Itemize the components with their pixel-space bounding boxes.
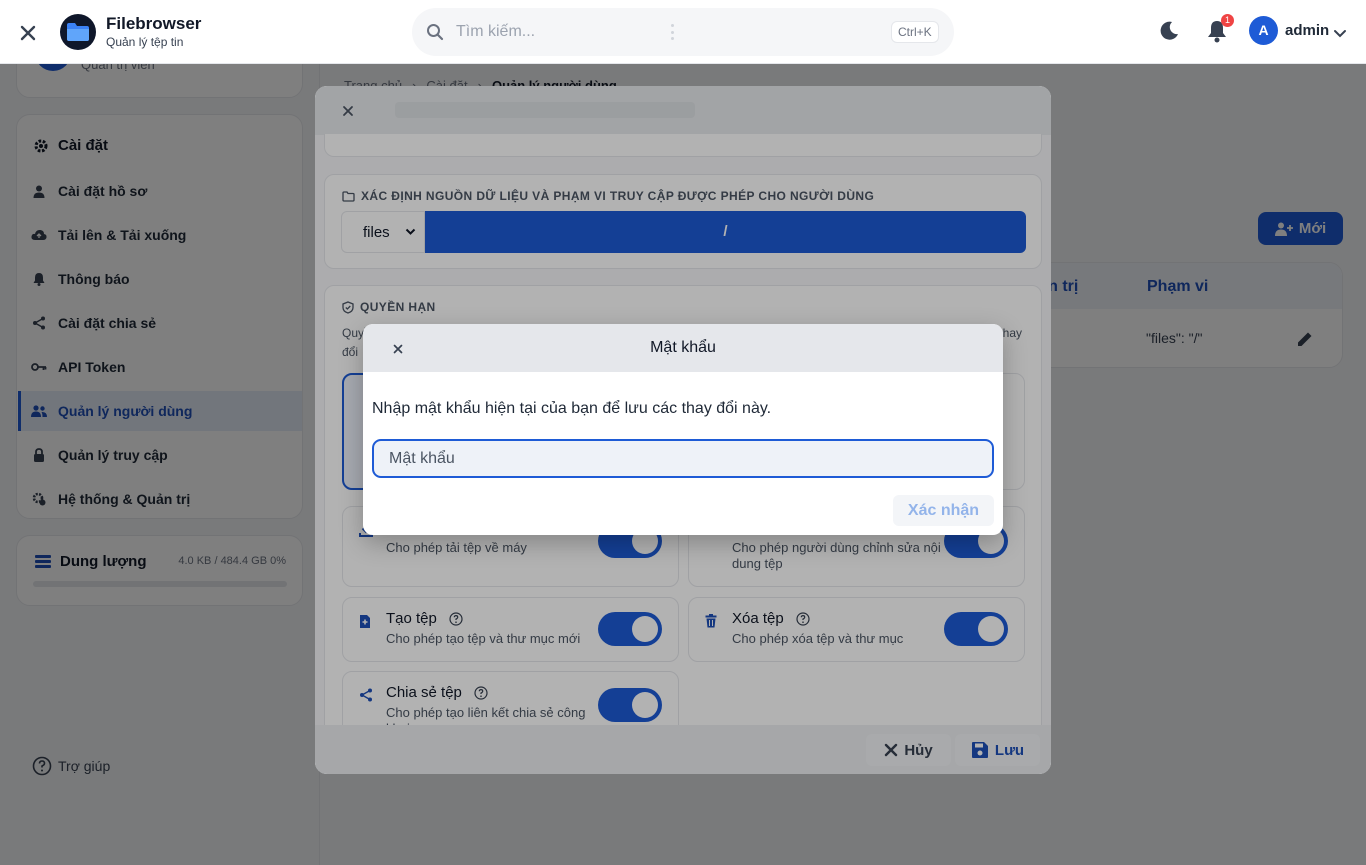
password-dialog-title: Mật khẩu [650, 339, 716, 356]
top-bar: Filebrowser Quản lý tệp tin Ctrl+K 1 A a… [0, 0, 1366, 64]
search-icon [426, 23, 444, 46]
app-logo[interactable] [60, 14, 96, 50]
avatar[interactable]: A [1249, 16, 1278, 45]
notification-badge: 1 [1221, 14, 1234, 27]
password-prompt: Nhập mật khẩu hiện tại của bạn để lưu cá… [372, 400, 772, 417]
password-dialog: Mật khẩu Nhập mật khẩu hiện tại của bạn … [363, 324, 1003, 535]
chevron-down-icon[interactable] [1333, 26, 1347, 44]
close-icon[interactable] [14, 19, 42, 47]
search-bar[interactable]: Ctrl+K [412, 8, 954, 56]
dark-mode-icon[interactable] [1158, 20, 1180, 47]
app-subtitle: Quản lý tệp tin [106, 35, 184, 49]
search-shortcut-hint: Ctrl+K [891, 21, 939, 43]
search-options-icon[interactable] [666, 22, 678, 42]
search-input[interactable] [456, 21, 656, 43]
username[interactable]: admin [1285, 22, 1329, 39]
confirm-button[interactable]: Xác nhận [893, 495, 994, 526]
password-input[interactable] [372, 439, 994, 478]
app-name: Filebrowser [106, 14, 202, 33]
password-dialog-header: Mật khẩu [363, 324, 1003, 372]
